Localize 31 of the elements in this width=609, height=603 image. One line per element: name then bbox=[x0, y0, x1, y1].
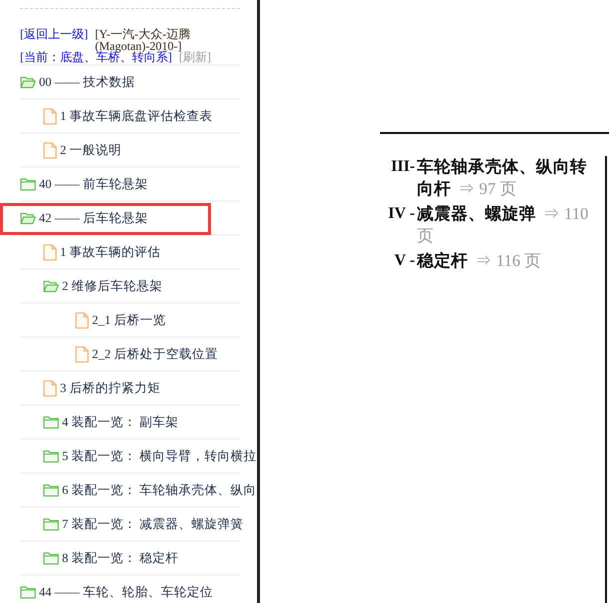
breadcrumb-text: [Y-一汽-大众-迈腾(Magotan)-2010-] bbox=[95, 29, 190, 52]
tree-item-label[interactable]: 4 装配一览： 副车架 bbox=[62, 414, 178, 430]
file-icon bbox=[75, 346, 89, 362]
file-icon bbox=[43, 380, 57, 396]
toc-entry: 车轮轴承壳体、纵向转向杆 ⇒ 97 页 bbox=[417, 156, 588, 200]
toc-entry: 减震器、螺旋弹 ⇒ 110 页 bbox=[417, 203, 590, 247]
toc-numeral: V - bbox=[394, 251, 415, 271]
file-icon bbox=[43, 244, 57, 260]
tree-item-label[interactable]: 6 装配一览： 车轮轴承壳体、纵向 bbox=[62, 482, 256, 498]
tree-item-label[interactable]: 1 事故车辆底盘评估检查表 bbox=[60, 108, 212, 124]
tree-item-label[interactable]: 8 装配一览： 稳定杆 bbox=[62, 550, 178, 566]
file-icon bbox=[75, 312, 89, 328]
tree-item-label[interactable]: 44 —— 车轮、轮胎、车轮定位 bbox=[39, 584, 213, 600]
tree-item-label[interactable]: 42 —— 后车轮悬架 bbox=[39, 210, 148, 226]
tree-item-label[interactable]: 2_2 后桥处于空载位置 bbox=[92, 346, 218, 362]
back-link[interactable]: [返回上一级] bbox=[20, 29, 88, 41]
tree-item-label[interactable]: 3 后桥的拧紧力矩 bbox=[60, 380, 160, 396]
tree-item-label[interactable]: 5 装配一览： 横向导臂，转向横拉 bbox=[62, 448, 256, 464]
tree-item-label[interactable]: 2 维修后车轮悬架 bbox=[62, 278, 162, 294]
toc-numeral: III- bbox=[390, 157, 415, 177]
current-section-link[interactable]: [当前：底盘、车桥、转向系] bbox=[20, 52, 172, 64]
file-icon bbox=[43, 108, 57, 124]
tree-item-label[interactable]: 7 装配一览： 减震器、螺旋弹簧 bbox=[62, 516, 244, 532]
file-icon bbox=[43, 142, 57, 158]
toc-numeral: IV - bbox=[388, 204, 415, 224]
tree-item-label[interactable]: 40 —— 前车轮悬架 bbox=[39, 176, 148, 192]
tree-item-label[interactable]: 2_1 后桥一览 bbox=[92, 312, 166, 328]
tree-item-label[interactable]: 00 —— 技术数据 bbox=[39, 74, 135, 90]
tree-item-label[interactable]: 2 一般说明 bbox=[60, 142, 122, 158]
toc-entry: 稳定杆 ⇒ 116 页 bbox=[417, 250, 543, 272]
tree-item-label[interactable]: 1 事故车辆的评估 bbox=[60, 244, 160, 260]
